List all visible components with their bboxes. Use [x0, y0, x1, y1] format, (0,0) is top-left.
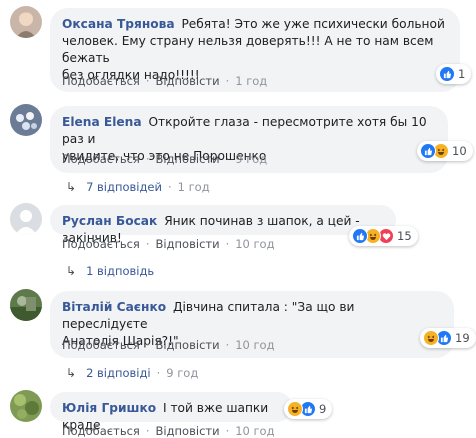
- avatar-photo: [10, 390, 42, 422]
- thumbs-up-icon: [352, 228, 368, 244]
- like-link[interactable]: Подобається: [62, 152, 140, 166]
- author-name[interactable]: Віталій Саєнко: [62, 300, 166, 314]
- reactions-summary[interactable]: 1: [436, 64, 472, 84]
- reaction-count: 10: [452, 144, 467, 158]
- comment-time[interactable]: 10 год: [235, 338, 274, 352]
- thumbs-up-icon: [420, 143, 436, 159]
- reactions-summary[interactable]: 15: [349, 226, 418, 246]
- reaction-count: 19: [455, 331, 470, 345]
- replies-count[interactable]: 7 відповідей: [86, 180, 162, 194]
- reply-arrow-icon: ↳: [66, 264, 77, 278]
- comment-time[interactable]: 10 год: [235, 424, 274, 438]
- replies-count[interactable]: 2 відповіді: [86, 366, 151, 380]
- avatar-photo: [10, 289, 42, 321]
- reply-link[interactable]: Відповісти: [156, 152, 220, 166]
- laughing-face-icon: [423, 330, 439, 346]
- reply-link[interactable]: Відповісти: [156, 74, 220, 88]
- replies-time: 1 год: [177, 180, 210, 194]
- avatar[interactable]: [10, 203, 42, 235]
- avatar-photo: [10, 104, 42, 136]
- replies-count[interactable]: 1 відповідь: [86, 264, 154, 278]
- reaction-count: 1: [458, 67, 466, 81]
- avatar[interactable]: [10, 289, 42, 321]
- thumbs-up-icon: [439, 66, 455, 82]
- reply-link[interactable]: Відповісти: [156, 237, 220, 251]
- avatar[interactable]: [10, 104, 42, 136]
- view-replies[interactable]: ↳ 1 відповідь: [66, 264, 154, 278]
- reaction-count: 9: [319, 402, 327, 416]
- like-link[interactable]: Подобається: [62, 74, 140, 88]
- comment-actions: Подобається · Відповісти · 10 год: [62, 338, 275, 352]
- like-link[interactable]: Подобається: [62, 424, 140, 438]
- reply-link[interactable]: Відповісти: [156, 338, 220, 352]
- comment-time[interactable]: 1 год: [235, 74, 267, 88]
- author-name[interactable]: Руслан Босак: [62, 214, 157, 228]
- comment-actions: Подобається · Відповісти · 9 год: [62, 152, 268, 166]
- reply-arrow-icon: ↳: [66, 366, 77, 380]
- comment-actions: Подобається · Відповісти · 1 год: [62, 74, 268, 88]
- reactions-summary[interactable]: 9: [284, 399, 333, 419]
- comment-text: человек. Ему страну нельзя доверять!!! А…: [62, 34, 434, 65]
- author-name[interactable]: Оксана Трянова: [62, 17, 175, 31]
- like-link[interactable]: Подобається: [62, 338, 140, 352]
- reaction-count: 15: [397, 229, 412, 243]
- reactions-summary[interactable]: 10: [417, 141, 473, 161]
- author-name[interactable]: Юлія Гришко: [62, 401, 156, 415]
- reactions-summary[interactable]: 19: [420, 328, 476, 348]
- comment-text: Ребята! Это же уже психически больной: [181, 17, 445, 31]
- author-name[interactable]: Elena Elena: [62, 115, 142, 129]
- comment-actions: Подобається · Відповісти · 10 год: [62, 237, 275, 251]
- avatar[interactable]: [10, 6, 42, 38]
- reply-link[interactable]: Відповісти: [156, 424, 220, 438]
- comment-time[interactable]: 10 год: [235, 237, 274, 251]
- replies-time: 9 год: [166, 366, 199, 380]
- default-avatar-icon: [10, 203, 42, 235]
- comment-bubble: Руслан Босак Яник починав з шапок, а цей…: [50, 205, 396, 245]
- comment-time[interactable]: 9 год: [235, 152, 267, 166]
- laughing-face-icon: [287, 401, 303, 417]
- view-replies[interactable]: ↳ 2 відповіді · 9 год: [66, 366, 198, 380]
- avatar-photo: [10, 6, 42, 38]
- comment-actions: Подобається · Відповісти · 10 год: [62, 424, 275, 438]
- comment-bubble: Юлія Гришко І той вже шапки краде: [50, 392, 292, 432]
- avatar[interactable]: [10, 390, 42, 422]
- like-link[interactable]: Подобається: [62, 237, 140, 251]
- view-replies[interactable]: ↳ 7 відповідей · 1 год: [66, 180, 210, 194]
- reply-arrow-icon: ↳: [66, 180, 77, 194]
